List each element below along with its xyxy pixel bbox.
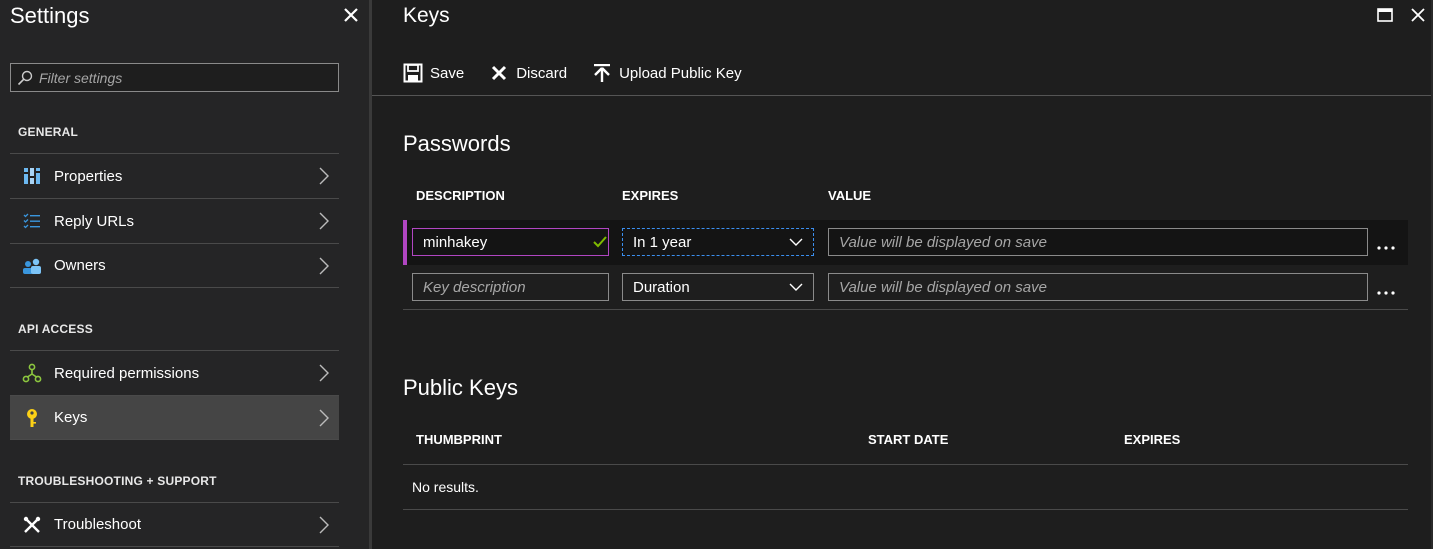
section-general-label: GENERAL — [18, 125, 79, 139]
toolbar-divider — [372, 95, 1433, 96]
maximize-icon[interactable] — [1374, 4, 1396, 26]
save-label: Save — [430, 64, 465, 82]
check-icon — [591, 233, 609, 251]
discard-button[interactable]: Discard — [488, 62, 567, 84]
column-header-expires: EXPIRES — [1124, 432, 1181, 447]
chevron-right-icon — [309, 516, 339, 534]
nav-label-owners: Owners — [54, 257, 106, 274]
column-header-thumbprint: THUMBPRINT — [416, 432, 502, 447]
expires-dropdown[interactable]: In 1 year — [622, 228, 814, 256]
key-description-input[interactable] — [412, 228, 609, 256]
more-options-icon[interactable] — [1373, 238, 1399, 258]
nav-item-keys[interactable]: Keys — [10, 395, 339, 440]
search-icon — [11, 64, 39, 91]
permissions-icon — [10, 351, 54, 395]
users-icon — [10, 244, 54, 288]
column-header-description: DESCRIPTION — [416, 188, 505, 203]
table-divider — [403, 464, 1408, 465]
section-api-access-label: API ACCESS — [18, 322, 93, 336]
no-results-text: No results. — [412, 479, 479, 495]
close-icon[interactable] — [1407, 4, 1429, 26]
toolbar: Save Discard Upload Public Key — [402, 58, 766, 88]
expires-value: Duration — [633, 278, 690, 296]
public-keys-heading: Public Keys — [403, 375, 518, 400]
upload-icon — [591, 62, 613, 84]
key-description-input[interactable] — [412, 273, 609, 301]
expires-dropdown[interactable]: Duration — [622, 273, 814, 301]
filter-settings-input[interactable] — [39, 64, 338, 91]
expires-value: In 1 year — [633, 233, 692, 251]
list-icon — [10, 199, 54, 243]
chevron-right-icon — [309, 212, 339, 230]
nav-label-properties: Properties — [54, 167, 123, 185]
section-troubleshooting-label: TROUBLESHOOTING + SUPPORT — [18, 474, 217, 488]
upload-public-key-label: Upload Public Key — [619, 64, 742, 82]
key-value-field[interactable] — [828, 273, 1368, 301]
close-icon[interactable] — [340, 4, 362, 26]
nav-item-troubleshoot[interactable]: Troubleshoot — [10, 502, 339, 547]
nav-item-properties[interactable]: Properties — [10, 153, 339, 198]
filter-settings-field[interactable] — [10, 63, 339, 92]
chevron-down-icon — [789, 278, 803, 296]
settings-blade: Settings GENERAL Properties — [0, 0, 369, 549]
nav-label-keys: Keys — [54, 409, 88, 426]
discard-icon — [488, 62, 510, 84]
chevron-right-icon — [309, 257, 339, 275]
discard-label: Discard — [516, 64, 568, 82]
nav-item-required-permissions[interactable]: Required permissions — [10, 350, 339, 395]
settings-title: Settings — [10, 3, 90, 28]
nav-label-required-permissions: Required permissions — [54, 364, 200, 382]
key-value-field[interactable] — [828, 228, 1368, 256]
column-header-value: VALUE — [828, 188, 872, 203]
passwords-heading: Passwords — [403, 131, 511, 156]
nav-item-owners[interactable]: Owners — [10, 243, 339, 288]
chevron-right-icon — [309, 409, 339, 427]
save-button[interactable]: Save — [402, 62, 464, 84]
more-options-icon[interactable] — [1373, 283, 1399, 303]
nav-item-reply-urls[interactable]: Reply URLs — [10, 198, 339, 243]
keys-blade: Keys Save Discard Upload Public Key Pass… — [372, 0, 1433, 549]
keys-title: Keys — [403, 4, 450, 27]
properties-icon — [10, 154, 54, 198]
save-icon — [402, 62, 424, 84]
nav-label-reply-urls: Reply URLs — [54, 212, 135, 230]
password-row: Duration — [403, 265, 1408, 310]
chevron-right-icon — [309, 167, 339, 185]
key-icon — [10, 396, 54, 440]
table-divider — [403, 509, 1408, 510]
column-header-start-date: START DATE — [868, 432, 949, 447]
chevron-down-icon — [789, 233, 803, 251]
nav-label-troubleshoot: Troubleshoot — [54, 516, 141, 533]
upload-public-key-button[interactable]: Upload Public Key — [591, 62, 742, 84]
chevron-right-icon — [309, 364, 339, 382]
password-row: In 1 year — [403, 220, 1408, 265]
column-header-expires: EXPIRES — [622, 188, 679, 203]
wrench-icon — [10, 503, 54, 547]
